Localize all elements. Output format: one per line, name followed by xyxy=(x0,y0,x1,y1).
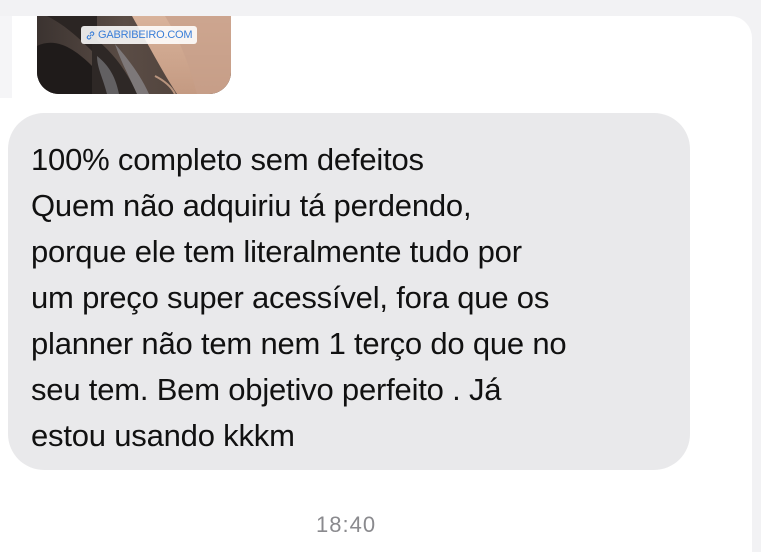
message-text: 100% completo sem defeitos Quem não adqu… xyxy=(31,137,681,459)
message-line: seu tem. Bem objetivo perfeito . Já xyxy=(31,372,502,407)
previous-message-edge xyxy=(0,16,12,98)
message-line: 100% completo sem defeitos xyxy=(31,142,424,177)
link-icon xyxy=(86,30,95,40)
message-line: planner não tem nem 1 terço do que no xyxy=(31,326,567,361)
message-timestamp: 18:40 xyxy=(316,512,377,537)
message-line: Quem não adquiriu tá perdendo, xyxy=(31,188,472,223)
message-line: um preço super acessível, fora que os xyxy=(31,280,550,315)
shared-image-thumbnail[interactable]: GABRIBEIRO.COM xyxy=(37,16,231,94)
message-line: porque ele tem literalmente tudo por xyxy=(31,234,522,269)
message-line: estou usando kkkm xyxy=(31,418,295,453)
watermark-text: GABRIBEIRO.COM xyxy=(98,29,193,41)
image-watermark: GABRIBEIRO.COM xyxy=(81,26,198,44)
